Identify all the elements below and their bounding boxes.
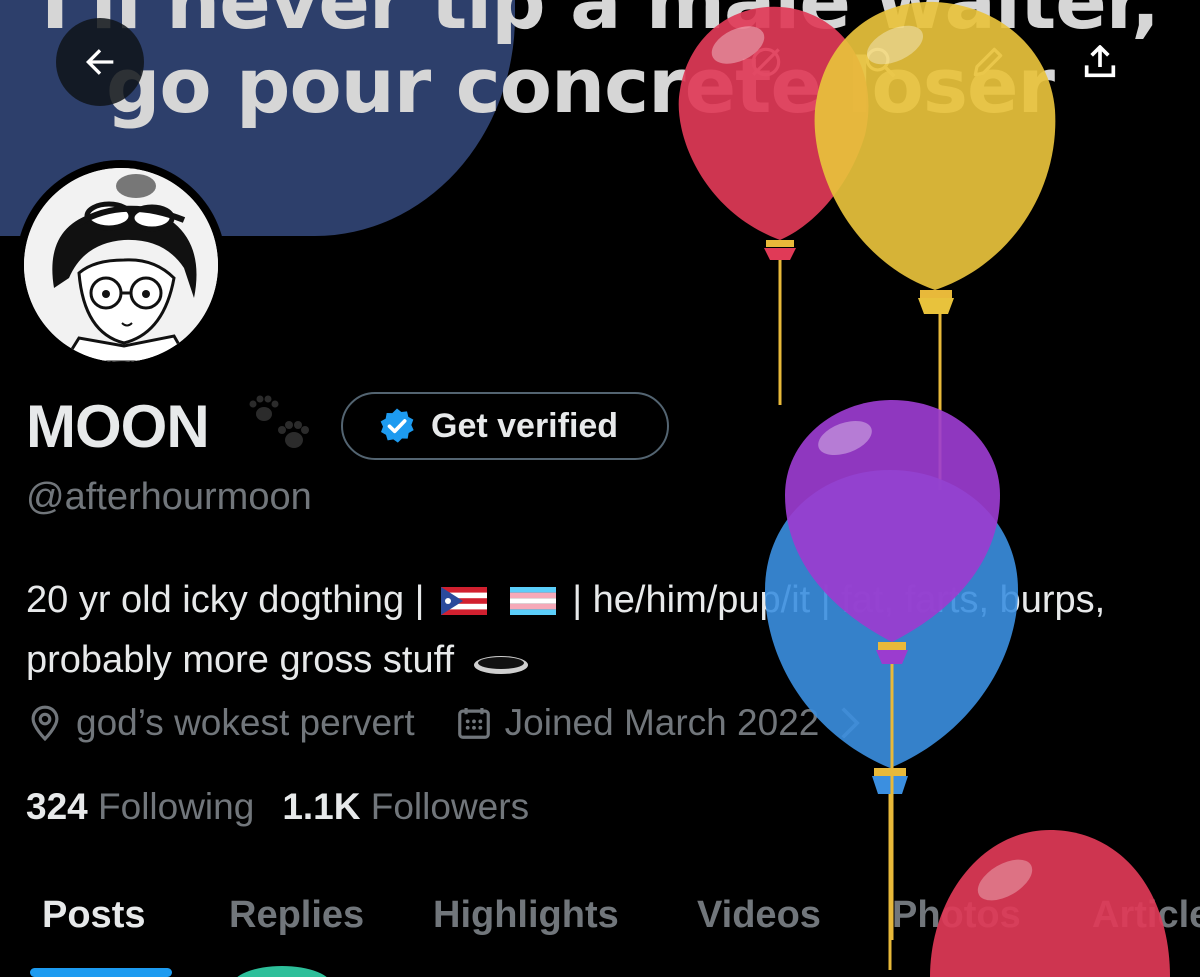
paw-prints-icon — [249, 395, 309, 448]
active-tab-indicator — [30, 968, 172, 977]
tab-articles[interactable]: Articles — [1092, 894, 1200, 937]
banner-caption: I'll never tip a male waiter, go pour co… — [0, 0, 1200, 128]
joined-item[interactable]: Joined March 2022 — [455, 702, 862, 744]
chevron-right-icon — [841, 707, 861, 739]
banner-line-2: go pour concrete loser — [105, 41, 1055, 130]
following-label: Following — [98, 786, 255, 827]
profile-tabs: Posts Replies Highlights Videos Photos A… — [0, 880, 1200, 977]
edit-icon — [973, 47, 1003, 77]
location-item: god’s wokest pervert — [26, 702, 415, 744]
display-name: MOON — [26, 393, 210, 460]
joined-text: Joined March 2022 — [504, 702, 820, 743]
grok-button[interactable] — [744, 40, 788, 84]
share-button[interactable] — [1078, 40, 1122, 84]
follow-stats: 324 Following 1.1K Followers — [26, 786, 529, 828]
followers-link[interactable]: 1.1K Followers — [282, 786, 529, 828]
edit-button[interactable] — [966, 40, 1010, 84]
get-verified-button[interactable]: Get verified — [341, 392, 669, 460]
avatar[interactable] — [16, 160, 226, 370]
banner-line-1: I'll never tip a male waiter, — [41, 0, 1160, 46]
transgender-flag-icon — [509, 587, 556, 615]
tab-posts[interactable]: Posts — [42, 894, 145, 937]
get-verified-label: Get verified — [431, 406, 619, 445]
grok-icon — [751, 47, 781, 77]
tab-videos[interactable]: Videos — [697, 894, 821, 937]
verified-badge-icon — [380, 408, 414, 443]
tab-photos[interactable]: Photos — [892, 894, 1021, 937]
puerto-rico-flag-icon — [441, 587, 488, 615]
profile-bio: 20 yr old icky dogthing | | he/him/pup/i… — [26, 570, 1186, 690]
profile-handle: @afterhourmoon — [26, 476, 312, 518]
hole-icon — [473, 656, 528, 674]
bio-text-part-1: 20 yr old icky dogthing | — [26, 579, 425, 621]
followers-count: 1.1K — [282, 786, 361, 827]
avatar-image — [24, 168, 218, 362]
location-text: god’s wokest pervert — [76, 702, 415, 743]
profile-meta: god’s wokest pervert Joined March 2022 — [26, 702, 901, 744]
calendar-icon — [457, 707, 490, 739]
following-link[interactable]: 324 Following — [26, 786, 254, 828]
location-pin-icon — [31, 705, 59, 742]
tab-highlights[interactable]: Highlights — [433, 894, 619, 937]
search-icon — [865, 47, 896, 78]
back-button[interactable] — [56, 18, 144, 106]
tab-replies[interactable]: Replies — [229, 894, 364, 937]
share-icon — [1084, 45, 1116, 78]
followers-label: Followers — [370, 786, 530, 827]
back-arrow-icon — [86, 49, 114, 75]
following-count: 324 — [26, 786, 88, 827]
search-button[interactable] — [858, 40, 902, 84]
